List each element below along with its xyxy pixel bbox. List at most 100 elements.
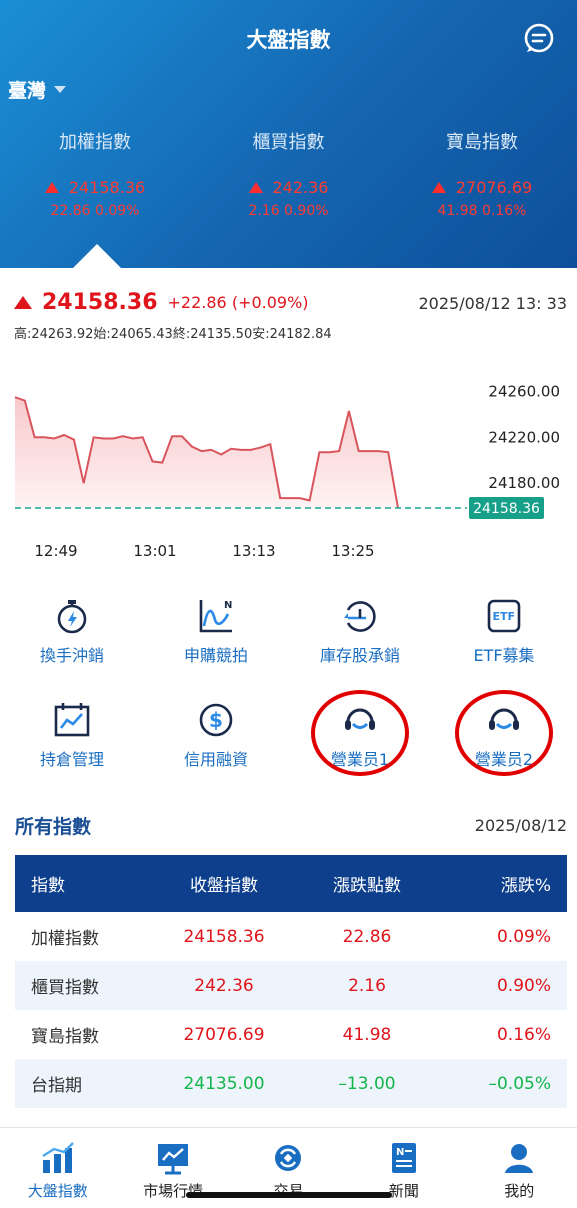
chat-icon[interactable] (523, 22, 555, 54)
index-card-value: 27076.69 (455, 178, 533, 197)
action-label: ETF募集 (473, 646, 535, 665)
svg-text:N: N (224, 600, 232, 611)
column-header: 收盤指數 (190, 876, 258, 896)
user-icon (505, 1144, 534, 1173)
cell-points: 2.16 (348, 975, 386, 996)
up-arrow-icon (14, 296, 32, 309)
column-header: 指數 (31, 876, 65, 896)
action-agent-2[interactable]: 營業员2 (432, 690, 576, 804)
svg-text:ETF: ETF (493, 610, 516, 623)
region-label: 臺灣 (8, 80, 47, 102)
region-selector[interactable]: 臺灣 (8, 76, 67, 103)
clock-arrow-icon (344, 601, 376, 632)
quote-datetime: 2025/08/12 13: 33 (418, 294, 568, 313)
table-row[interactable]: 加權指數 24158.36 22.86 0.09% (15, 912, 567, 961)
cell-pct: 0.09% (496, 926, 551, 947)
quote-price: 24158.36 (42, 290, 158, 315)
cell-close: 24158.36 (183, 926, 265, 947)
action-label: 持倉管理 (39, 750, 104, 769)
stopwatch-icon (57, 600, 87, 634)
action-position-mgmt[interactable]: 持倉管理 (0, 700, 144, 804)
quote-line: 24158.36 +22.86 (+0.09%) (14, 290, 309, 315)
table-header: 指數 收盤指數 漲跌點數 漲跌% (15, 855, 567, 912)
action-swap-offset[interactable]: 換手沖銷 (0, 596, 144, 700)
cell-pct: –0.05% (488, 1073, 551, 1094)
index-table: 指數 收盤指數 漲跌點數 漲跌% 加權指數 24158.36 22.86 0.0… (15, 855, 567, 1108)
index-card-formosa[interactable]: 寶島指數 27076.69 41.98 0.16% (387, 128, 577, 219)
cell-name: 加權指數 (31, 929, 99, 949)
table-row[interactable]: 寶島指數 27076.69 41.98 0.16% (15, 1010, 567, 1059)
market-board-icon (158, 1144, 189, 1175)
svg-text:$: $ (209, 708, 223, 732)
x-tick-label: 12:49 (34, 542, 77, 560)
nav-label: 新聞 (388, 1182, 419, 1200)
column-header: 漲跌點數 (333, 876, 401, 896)
action-subscription[interactable]: N 申購競拍 (144, 596, 288, 700)
x-tick-label: 13:25 (331, 542, 374, 560)
chart-area (15, 397, 398, 508)
index-card-name: 寶島指數 (446, 132, 518, 153)
index-card-change: 22.86 0.09% (50, 203, 140, 219)
up-arrow-icon (431, 182, 446, 193)
cell-name: 櫃買指數 (31, 978, 99, 998)
cell-close: 24135.00 (183, 1073, 265, 1094)
table-row[interactable]: 台指期 24135.00 –13.00 –0.05% (15, 1059, 567, 1108)
cell-close: 242.36 (194, 975, 254, 996)
x-tick-label: 13:01 (133, 542, 176, 560)
index-card-name: 加權指數 (59, 132, 131, 153)
quote-high-low: 高:24263.92始:24065.43終:24135.50安:24182.84 (14, 327, 332, 342)
intraday-chart[interactable]: 24260.00 24220.00 24180.00 24158.36 12:49 13:… (0, 360, 577, 570)
nav-label: 我的 (504, 1182, 535, 1200)
index-bars-icon (42, 1142, 74, 1173)
y-tick-label: 24180.00 (488, 474, 560, 492)
calendar-chart-icon (54, 703, 90, 737)
index-card-otc[interactable]: 櫃買指數 242.36 2.16 0.90% (190, 128, 387, 219)
selected-card-pointer (73, 244, 121, 268)
up-arrow-icon (248, 182, 263, 193)
cell-name: 台指期 (31, 1076, 82, 1096)
index-card-name: 櫃買指數 (252, 132, 325, 153)
dollar-icon: $ (199, 703, 233, 737)
etf-icon: ETF (487, 599, 521, 633)
highlight-circle (455, 690, 553, 776)
nav-index[interactable]: 大盤指數 (0, 1128, 115, 1208)
cell-points: 22.86 (342, 926, 392, 947)
action-grid: 換手沖銷 N 申購競拍 庫存股承銷 ETF ETF募集 持倉管理 $ 信用融資 … (0, 596, 577, 804)
chevron-down-icon (54, 86, 67, 93)
index-card-change: 2.16 0.90% (248, 203, 329, 219)
action-etf-raise[interactable]: ETF ETF募集 (432, 596, 576, 700)
cell-close: 27076.69 (183, 1024, 265, 1045)
action-label: 換手沖銷 (39, 646, 104, 665)
cell-pct: 0.16% (496, 1024, 551, 1045)
section-title: 所有指數 (15, 816, 92, 838)
y-tick-label: 24260.00 (488, 382, 560, 400)
action-credit-margin[interactable]: $ 信用融資 (144, 700, 288, 804)
nav-profile[interactable]: 我的 (462, 1128, 577, 1208)
index-card-change: 41.98 0.16% (437, 203, 527, 219)
current-price-label: 24158.36 (473, 501, 540, 517)
quote-change: +22.86 (+0.09%) (167, 293, 309, 312)
highlight-circle (311, 690, 409, 776)
page-title: 大盤指數 (246, 28, 331, 52)
cell-name: 寶島指數 (31, 1027, 99, 1047)
cell-pct: 0.90% (496, 975, 551, 996)
cell-points: 41.98 (342, 1024, 392, 1045)
y-tick-label: 24220.00 (488, 428, 560, 446)
trend-chart-icon: N (199, 600, 232, 633)
action-agent-1[interactable]: 營業员1 (288, 690, 432, 804)
index-card-value: 242.36 (272, 178, 329, 197)
nav-label: 大盤指數 (27, 1182, 88, 1200)
action-inventory-underwrite[interactable]: 庫存股承銷 (288, 596, 432, 700)
home-indicator (186, 1192, 392, 1198)
index-card-taiex[interactable]: 加權指數 24158.36 22.86 0.09% (0, 128, 190, 219)
action-label: 申購競拍 (183, 646, 248, 665)
header: 大盤指數 臺灣 加權指數 24158.36 22.86 0.09% 櫃買指數 2… (0, 0, 577, 268)
x-tick-label: 13:13 (232, 542, 275, 560)
current-price-badge: 24158.36 (469, 497, 544, 519)
cell-points: –13.00 (338, 1073, 396, 1094)
up-arrow-icon (44, 182, 59, 193)
table-row[interactable]: 櫃買指數 242.36 2.16 0.90% (15, 961, 567, 1010)
svg-text:N: N (396, 1147, 404, 1158)
index-card-value: 24158.36 (68, 178, 146, 197)
action-label: 信用融資 (183, 750, 248, 769)
